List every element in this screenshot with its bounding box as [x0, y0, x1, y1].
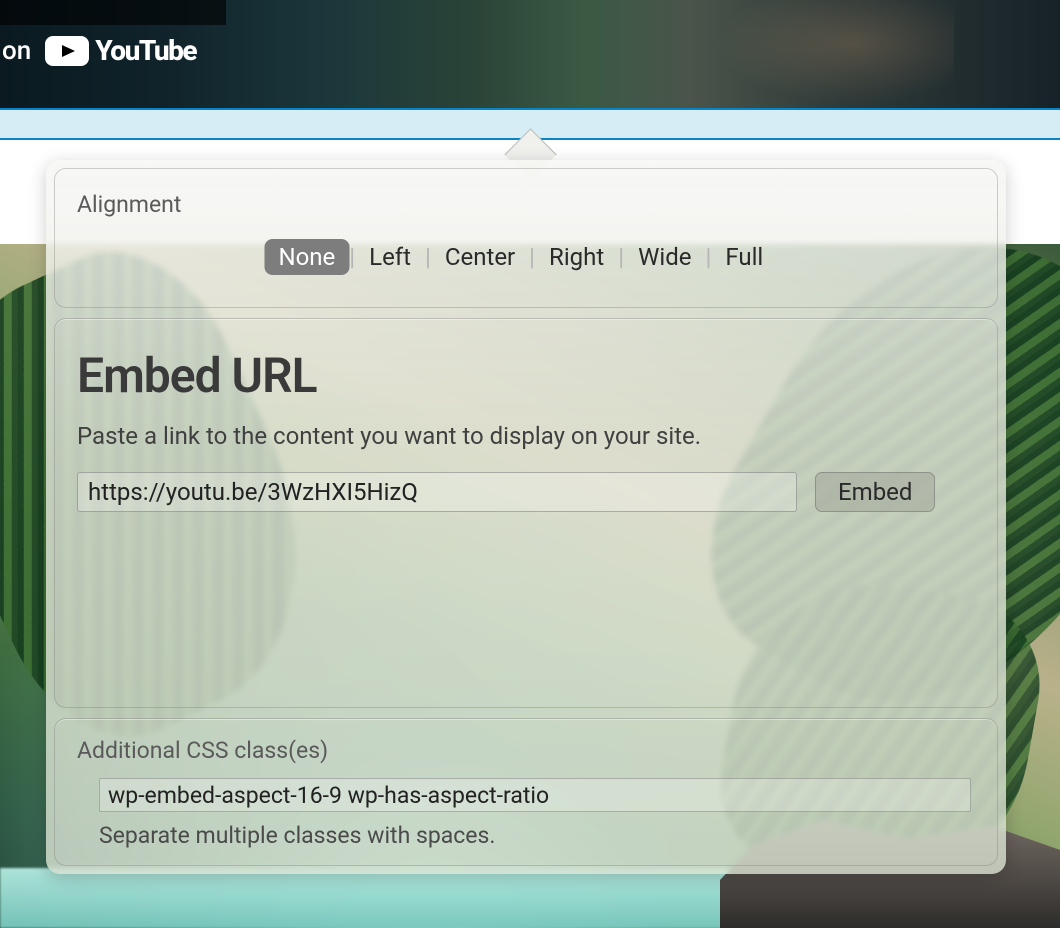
embed-url-description: Paste a link to the content you want to … [77, 422, 975, 450]
alignment-option-center[interactable]: Center [431, 239, 529, 275]
alignment-separator: | [529, 243, 535, 271]
watch-prefix-text: on [0, 36, 45, 66]
alignment-section: Alignment None|Left|Center|Right|Wide|Fu… [54, 168, 998, 308]
embed-url-heading: Embed URL [77, 347, 975, 404]
embed-url-input[interactable] [77, 472, 797, 512]
additional-css-section: Additional CSS class(es) Separate multip… [54, 718, 998, 866]
alignment-option-wide[interactable]: Wide [624, 239, 705, 275]
additional-css-input[interactable] [99, 778, 971, 812]
video-control-overlay [0, 0, 226, 25]
alignment-segmented-control: None|Left|Center|Right|Wide|Full [264, 239, 777, 275]
block-toolbar-indicator [0, 108, 1060, 140]
block-settings-popover: Alignment None|Left|Center|Right|Wide|Fu… [46, 160, 1006, 874]
embed-url-section: Embed URL Paste a link to the content yo… [54, 318, 998, 708]
youtube-play-icon [45, 36, 89, 66]
alignment-separator: | [705, 243, 711, 271]
alignment-separator: | [618, 243, 624, 271]
alignment-option-full[interactable]: Full [711, 239, 777, 275]
alignment-option-none[interactable]: None [264, 239, 349, 275]
watch-on-youtube-link[interactable]: on YouTube [0, 34, 196, 67]
youtube-logo: YouTube [45, 34, 196, 67]
alignment-option-left[interactable]: Left [355, 239, 425, 275]
additional-css-help: Separate multiple classes with spaces. [99, 822, 975, 849]
embed-url-row: Embed [77, 472, 975, 512]
additional-css-label: Additional CSS class(es) [77, 737, 975, 764]
alignment-label: Alignment [77, 191, 975, 218]
embed-button[interactable]: Embed [815, 472, 935, 512]
alignment-separator: | [349, 243, 355, 271]
alignment-option-right[interactable]: Right [535, 239, 618, 275]
youtube-wordmark: YouTube [95, 34, 196, 67]
